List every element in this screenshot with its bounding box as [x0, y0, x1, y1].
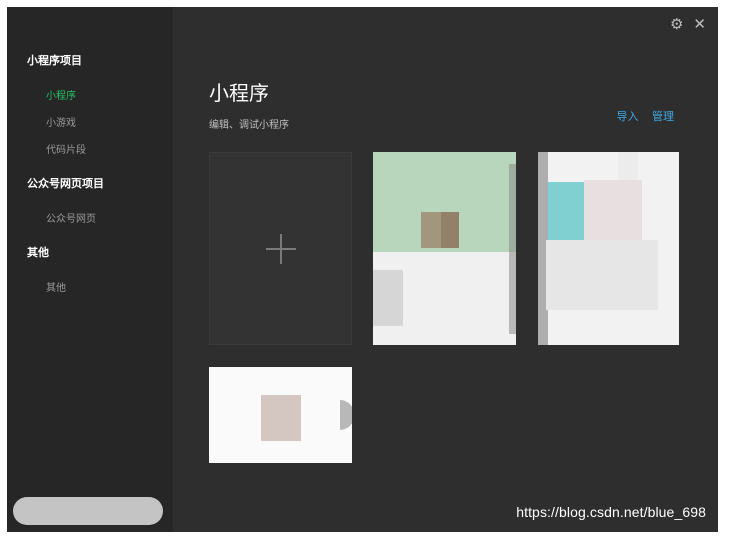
page-subtitle: 编辑、调试小程序: [209, 120, 289, 131]
page-title: 小程序: [209, 81, 269, 105]
sidebar-group-other: 其他: [27, 246, 49, 259]
new-project-card[interactable]: [209, 152, 352, 345]
sidebar-item-miniprogram[interactable]: 小程序: [46, 87, 76, 102]
sidebar-group-official-account: 公众号网页项目: [27, 177, 104, 190]
sidebar-item-code-snippets[interactable]: 代码片段: [46, 141, 86, 156]
gear-icon[interactable]: ⚙: [670, 15, 683, 33]
sidebar: 小程序项目 小程序 小游戏 代码片段 公众号网页项目 公众号网页 其他 其他: [7, 7, 173, 532]
close-icon[interactable]: ✕: [693, 15, 706, 33]
watermark-text: https://blog.csdn.net/blue_698: [516, 504, 706, 520]
project-card[interactable]: [373, 152, 516, 345]
plus-icon: [265, 233, 296, 264]
window-controls: ⚙ ✕: [670, 15, 706, 33]
sidebar-group-miniprogram: 小程序项目: [27, 54, 82, 67]
app-window: ⚙ ✕ 小程序项目 小程序 小游戏 代码片段 公众号网页项目 公众号网页 其他 …: [7, 7, 718, 532]
sidebar-item-minigame[interactable]: 小游戏: [46, 114, 76, 129]
sidebar-item-official-account-page[interactable]: 公众号网页: [46, 210, 96, 225]
project-card[interactable]: [209, 367, 352, 463]
header-actions: 导入 管理: [607, 108, 675, 124]
import-link[interactable]: 导入: [617, 110, 639, 123]
watermark-blob: [13, 497, 163, 525]
project-card[interactable]: [538, 152, 679, 345]
sidebar-item-other[interactable]: 其他: [46, 279, 66, 294]
manage-link[interactable]: 管理: [652, 110, 674, 123]
